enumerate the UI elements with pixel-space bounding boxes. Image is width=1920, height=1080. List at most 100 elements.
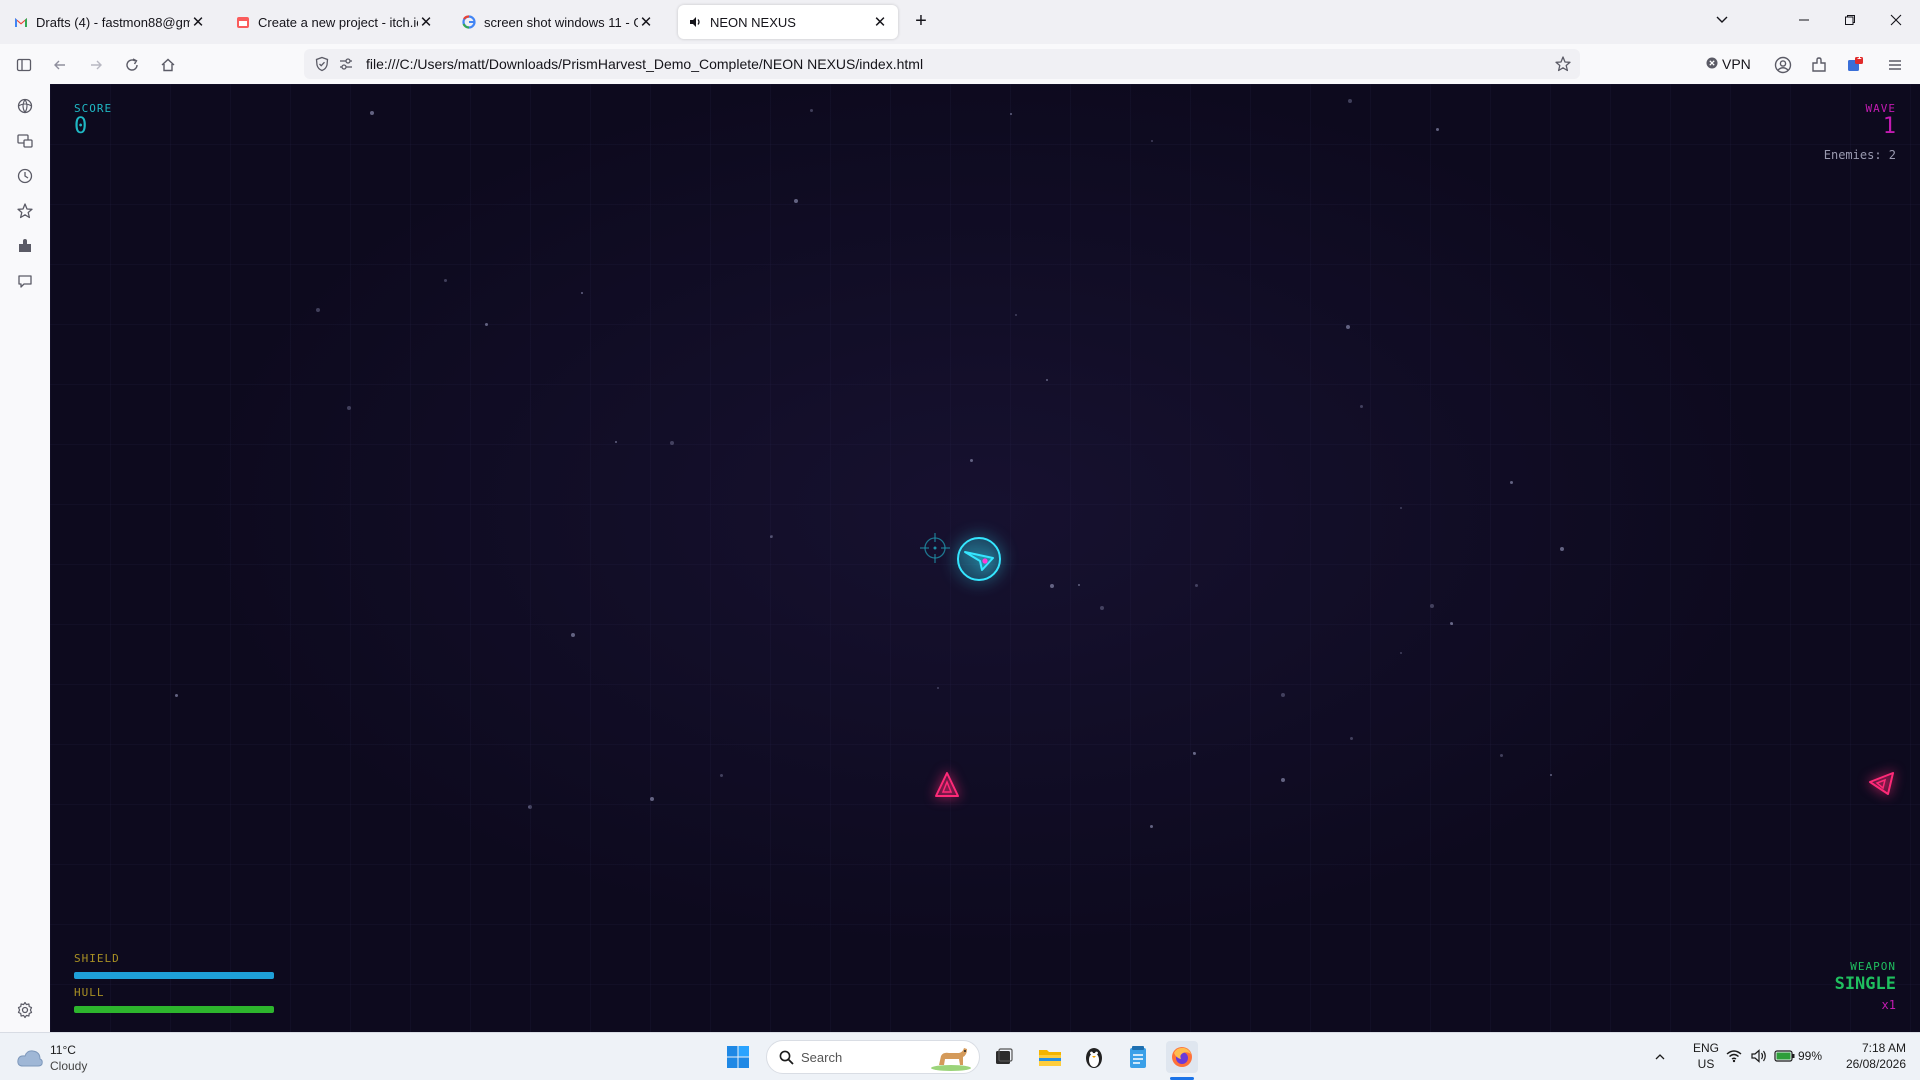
cloud-icon [16,1047,44,1074]
star [1430,604,1434,608]
notification-count: 1 [1857,52,1862,61]
gmail-icon [14,15,28,29]
bookmark-star-icon[interactable] [1554,55,1572,78]
list-all-tabs-icon[interactable] [1708,8,1736,36]
browser-sidebar [0,84,50,1032]
hull-bar [74,1006,274,1013]
star [175,694,178,697]
weapon-multiplier: x1 [1881,998,1896,1012]
star [1348,99,1352,103]
new-tab-button[interactable]: + [910,11,932,33]
firefox-icon[interactable] [1166,1041,1198,1073]
star [770,536,772,538]
url-bar[interactable]: file:///C:/Users/matt/Downloads/PrismHar… [304,49,1580,79]
close-icon[interactable]: ✕ [418,13,434,31]
game-canvas[interactable]: SCORE 0 WAVE 1 Enemies: 2 SHIELD HULL WE… [50,84,1920,1032]
synced-tabs-icon[interactable] [15,131,35,151]
language-top[interactable]: ENG [1686,1041,1726,1055]
tab-itchio[interactable]: Create a new project - itch.io ✕ [226,5,444,39]
sidebar-toggle-icon[interactable] [11,52,37,78]
menu-icon[interactable] [1882,52,1908,78]
star [1010,113,1012,115]
tab-strip: Drafts (4) - fastmon88@gmail.c ✕ Create … [0,0,1920,44]
star [1400,507,1402,509]
search-placeholder: Search [801,1050,843,1065]
star [1281,693,1285,697]
star [370,111,374,115]
tab-title: screen shot windows 11 - Goog [484,14,638,30]
settings-gear-icon[interactable] [15,1000,35,1020]
star [1500,754,1503,757]
enemy-ship [1866,768,1896,803]
close-window-icon[interactable] [1882,8,1910,36]
clock-date[interactable]: 26/08/2026 [1826,1057,1906,1071]
enemy-ship [932,770,962,805]
tab-neon-nexus[interactable]: NEON NEXUS ✕ [678,5,898,39]
tab-title: Drafts (4) - fastmon88@gmail.c [36,14,190,30]
star [1350,737,1353,740]
search-icon [779,1050,794,1070]
penguin-app-icon[interactable] [1078,1041,1110,1073]
star [1400,652,1402,654]
star [1195,584,1198,587]
star [528,805,532,809]
wave-value: 1 [1882,114,1896,139]
vpn-button[interactable]: VPN [1706,56,1751,72]
url-text: file:///C:/Users/matt/Downloads/PrismHar… [366,56,924,72]
battery-icon[interactable] [1774,1049,1796,1067]
itchio-icon [236,15,250,29]
vpn-off-icon [1706,56,1718,72]
battery-percent: 99% [1798,1049,1823,1063]
shield-bar-fill [74,972,274,979]
star [810,109,813,112]
taskbar-search[interactable]: Search [766,1040,980,1074]
star [485,323,488,326]
close-icon[interactable]: ✕ [190,13,206,31]
weapon-label: WEAPON [1850,960,1896,973]
extensions-sidebar-icon[interactable] [15,236,35,256]
back-icon[interactable] [47,52,73,78]
account-icon[interactable] [1770,52,1796,78]
windows-taskbar: 11°C Cloudy Search ENG US 99% 7:18 AM 26… [0,1032,1920,1080]
show-hidden-icons-chevron-icon[interactable] [1644,1041,1676,1073]
shield-tracking-icon[interactable] [314,56,330,77]
shield-label: SHIELD [74,952,120,965]
bookmarks-icon[interactable] [15,201,35,221]
star [1150,825,1153,828]
player-ship [954,534,1004,589]
close-icon[interactable]: ✕ [872,13,888,31]
file-explorer-icon[interactable] [1034,1041,1066,1073]
wifi-icon[interactable] [1726,1049,1742,1068]
notepad-icon[interactable] [1122,1041,1154,1073]
forward-icon[interactable] [83,52,109,78]
close-icon[interactable]: ✕ [638,13,654,31]
star [1436,128,1439,131]
star [1015,314,1017,316]
clock-time[interactable]: 7:18 AM [1836,1041,1906,1055]
windows-start-icon[interactable] [722,1041,754,1073]
vpn-label: VPN [1722,56,1751,72]
tab-gmail[interactable]: Drafts (4) - fastmon88@gmail.c ✕ [4,5,216,39]
notification-extension-icon[interactable]: 1 [1842,52,1868,78]
feedback-icon[interactable] [15,271,35,291]
restore-icon[interactable] [1836,8,1864,36]
extensions-icon[interactable] [1806,52,1832,78]
speaker-icon[interactable] [688,15,702,29]
star [1100,606,1104,610]
task-view-icon[interactable] [988,1041,1020,1073]
hull-label: HULL [74,986,105,999]
reload-icon[interactable] [119,52,145,78]
home-icon[interactable] [155,52,181,78]
star [571,633,575,637]
volume-icon[interactable] [1750,1048,1768,1069]
minimize-icon[interactable] [1790,8,1818,36]
star [1050,584,1054,588]
tab-google[interactable]: screen shot windows 11 - Goog ✕ [452,5,664,39]
weather-desc: Cloudy [50,1059,88,1073]
ai-chatbot-icon[interactable] [15,96,35,116]
history-icon[interactable] [15,166,35,186]
language-bottom[interactable]: US [1686,1057,1726,1071]
page-permissions-icon[interactable] [338,56,354,77]
google-icon [462,15,476,29]
star [794,199,798,203]
